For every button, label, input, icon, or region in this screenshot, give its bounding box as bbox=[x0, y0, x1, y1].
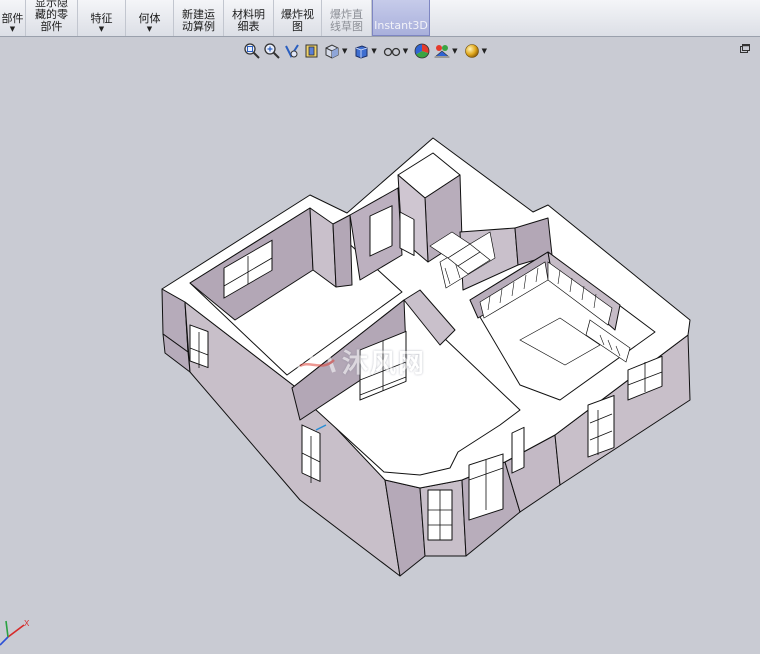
ribbon-button-label: Instant3D bbox=[374, 19, 428, 32]
watermark-logo-icon bbox=[296, 347, 336, 373]
ribbon-button-label: 特征 bbox=[90, 12, 113, 25]
ribbon-button-label: 新建运 动算例 bbox=[182, 8, 215, 33]
ribbon-button-label: 何体 bbox=[138, 12, 161, 25]
ribbon-show-hidden-button[interactable]: 显示隐 藏的零 部件 bbox=[26, 0, 78, 36]
ribbon-button-label: 显示隐 藏的零 部件 bbox=[35, 0, 68, 33]
ribbon-geometry-button[interactable]: 何体 ▼ bbox=[126, 0, 174, 36]
ribbon-empty-area bbox=[430, 0, 760, 36]
ribbon-exploded-view-button[interactable]: 爆炸视 图 bbox=[274, 0, 322, 36]
graphics-area[interactable]: 沐风网 X bbox=[0, 37, 760, 654]
chevron-down-icon[interactable]: ▼ bbox=[99, 25, 104, 33]
ribbon-instant3d-button[interactable]: Instant3D bbox=[372, 0, 430, 36]
triad-x-label: X bbox=[24, 619, 30, 628]
chevron-down-icon[interactable]: ▼ bbox=[147, 25, 152, 33]
ribbon-bom-button[interactable]: 材料明 细表 bbox=[224, 0, 274, 36]
command-manager-ribbon: 部件 ▼ 显示隐 藏的零 部件 特征 ▼ 何体 ▼ 新建运 动算例 材料明 细表 爆炸视 图爆炸直… bbox=[0, 0, 760, 37]
ribbon-button-label: 爆炸直 线草图 bbox=[330, 8, 363, 33]
watermark: 沐风网 bbox=[296, 343, 426, 380]
watermark-text: 沐风网 bbox=[342, 349, 427, 379]
chevron-down-icon[interactable]: ▼ bbox=[10, 25, 15, 33]
ribbon-explode-line-button[interactable]: 爆炸直 线草图 bbox=[322, 0, 372, 36]
ribbon-new-motion-button[interactable]: 新建运 动算例 bbox=[174, 0, 224, 36]
ribbon-button-label: 爆炸视 图 bbox=[281, 8, 314, 33]
ribbon-button-label: 部件 bbox=[1, 12, 24, 25]
ribbon-parts-button[interactable]: 部件 ▼ bbox=[0, 0, 26, 36]
reference-triad: X bbox=[0, 619, 30, 646]
ribbon-features-button[interactable]: 特征 ▼ bbox=[78, 0, 126, 36]
ribbon-button-label: 材料明 细表 bbox=[232, 8, 265, 33]
